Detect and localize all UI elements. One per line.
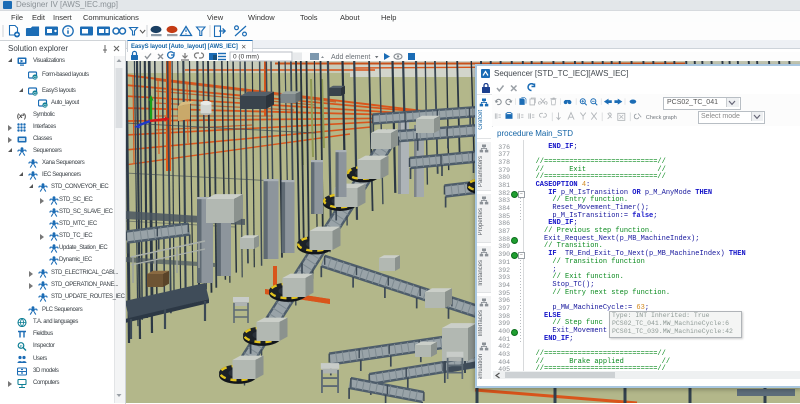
svg-text:Check graph: Check graph: [646, 115, 677, 121]
svg-text:(x²): (x²): [17, 113, 26, 120]
svg-text:Add element: Add element: [331, 54, 370, 61]
svg-text:0 (0 mm): 0 (0 mm): [233, 54, 259, 61]
